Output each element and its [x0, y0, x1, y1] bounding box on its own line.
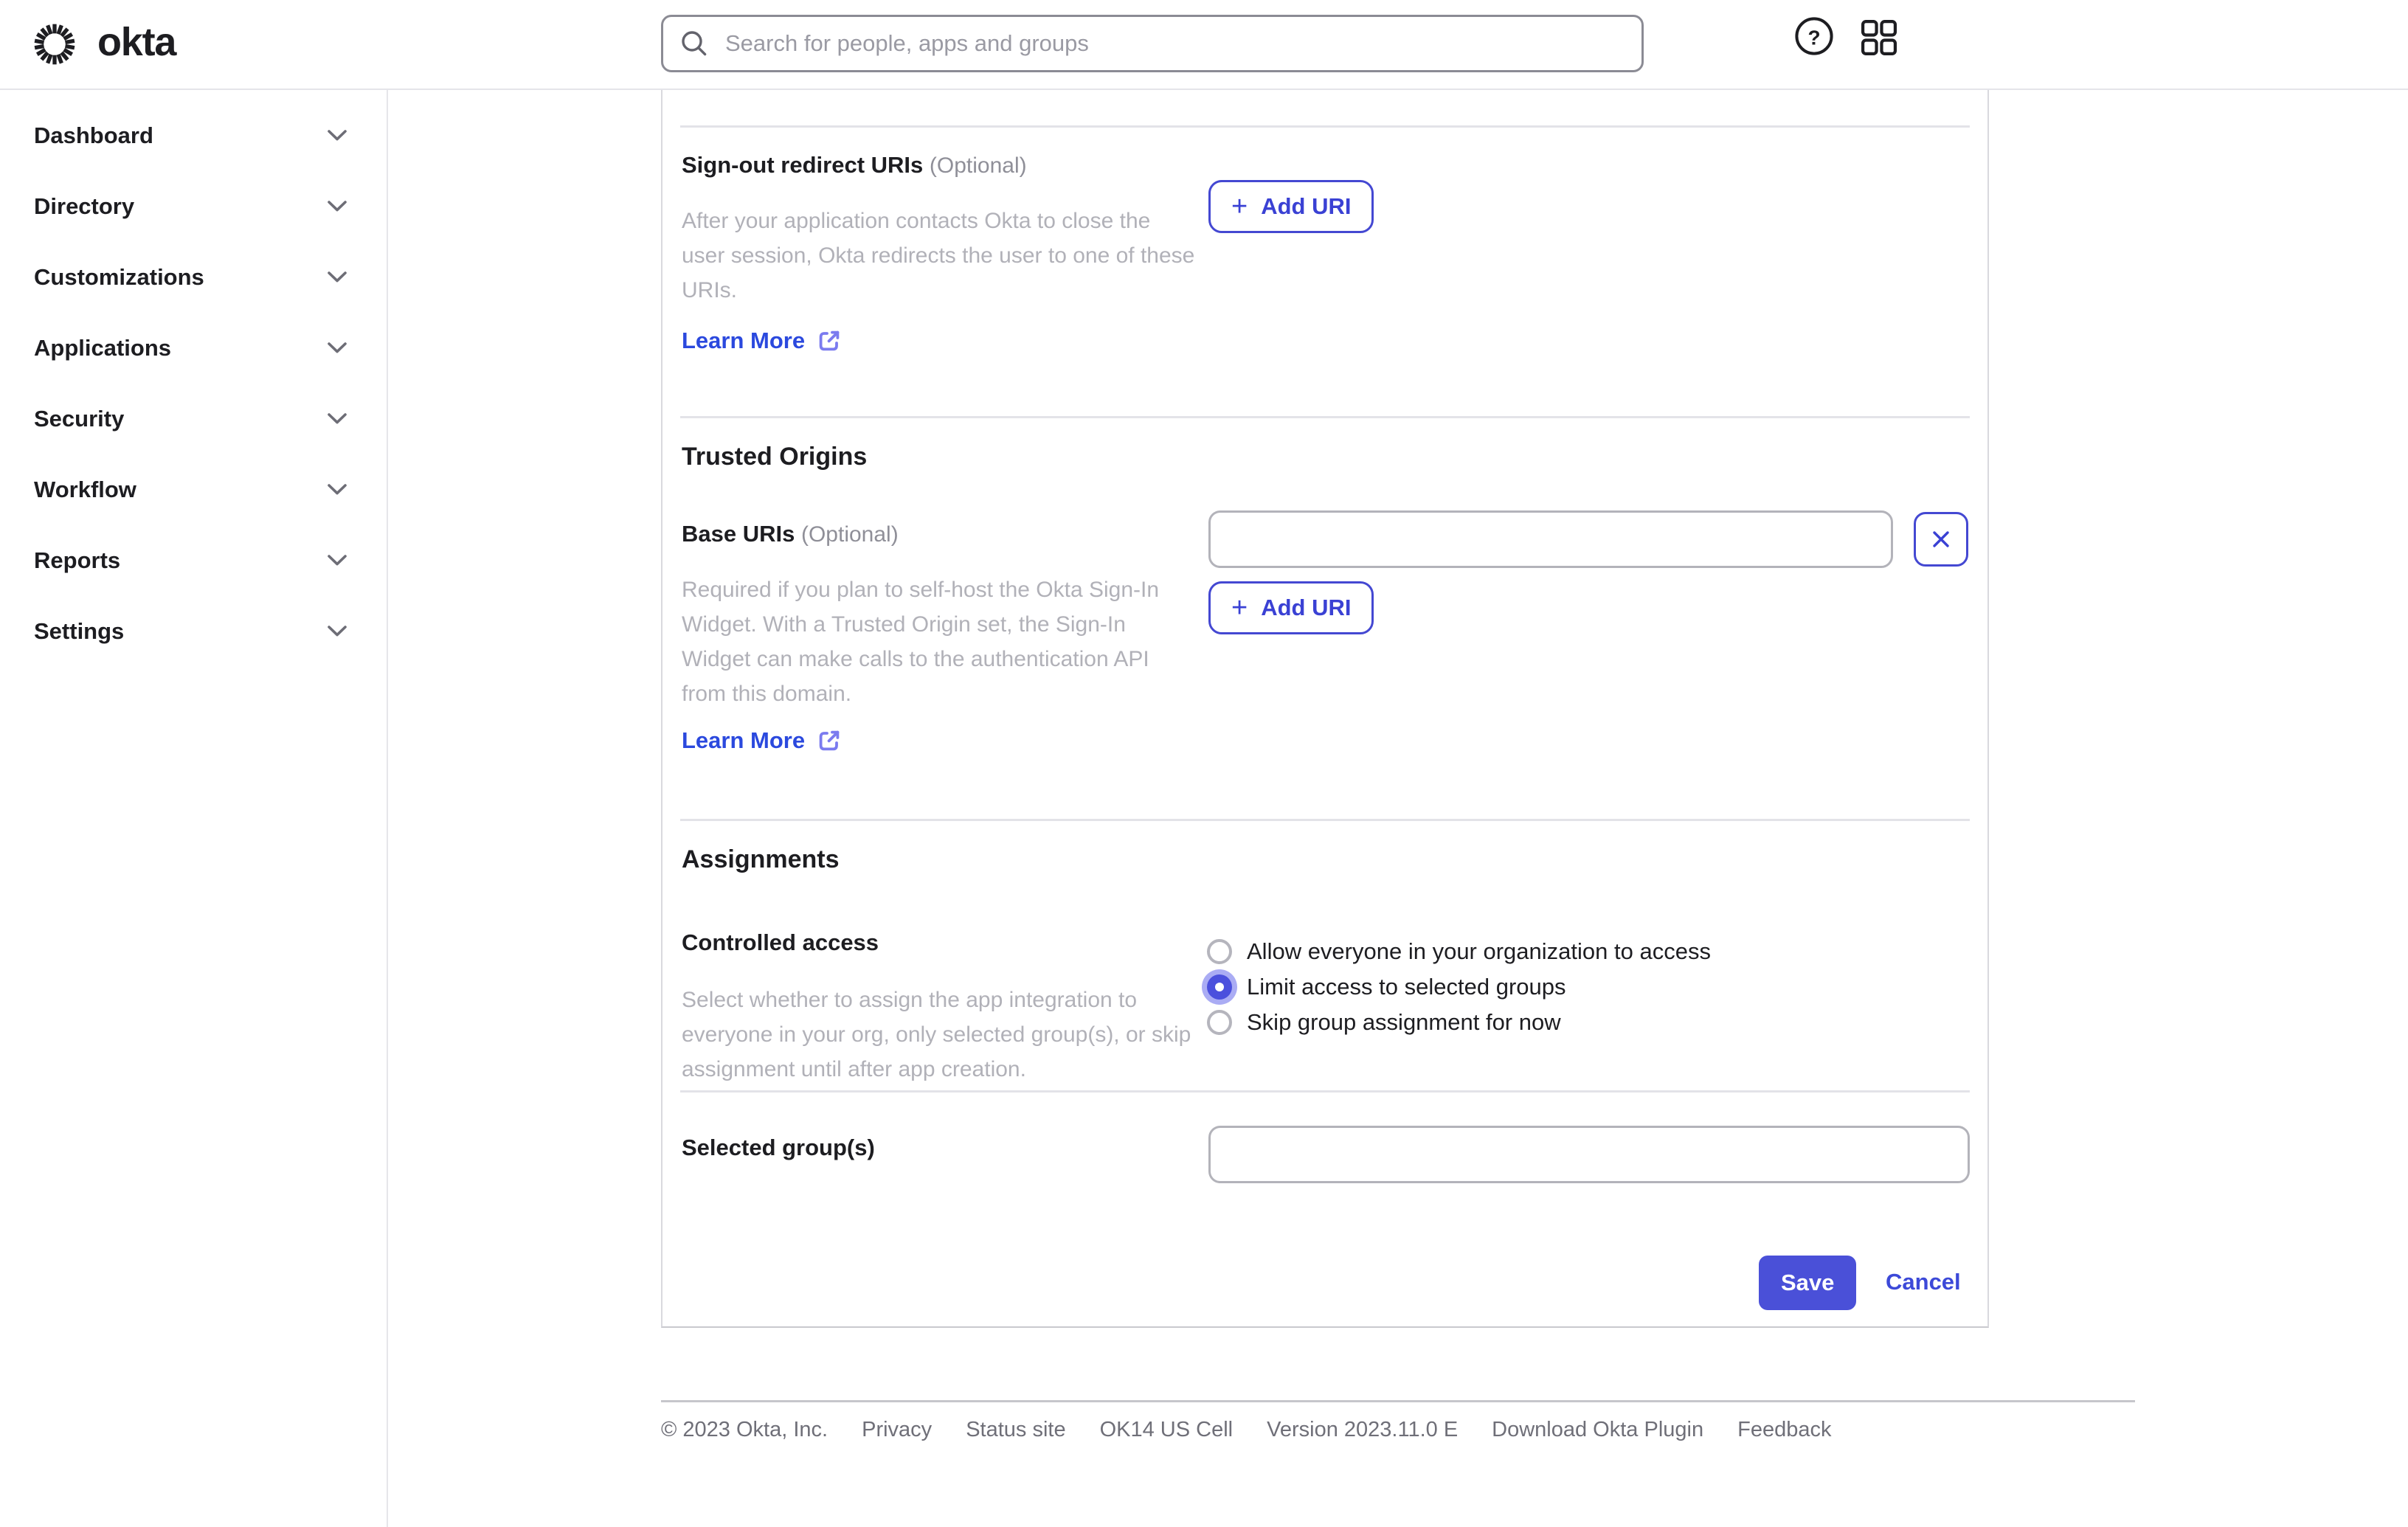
- controlled-access-radio-group: Allow everyone in your organization to a…: [1207, 934, 1711, 1040]
- footer-copyright: © 2023 Okta, Inc.: [661, 1418, 828, 1441]
- controlled-access-description: Select whether to assign the app integra…: [682, 988, 1191, 1081]
- close-icon: [1931, 530, 1951, 549]
- selected-groups-input[interactable]: [1208, 1126, 1970, 1183]
- sidebar-item-settings[interactable]: Settings: [0, 596, 387, 667]
- grid-icon: [1861, 19, 1897, 56]
- footer-link-status-site[interactable]: Status site: [966, 1418, 1065, 1442]
- radio-option-skip-assignment[interactable]: Skip group assignment for now: [1207, 1005, 1711, 1040]
- chevron-down-icon: [328, 413, 347, 425]
- sidebar-nav: Dashboard Directory Customizations Appli…: [0, 90, 388, 1527]
- base-uri-input[interactable]: [1208, 510, 1893, 568]
- okta-sunburst-icon: [31, 21, 78, 68]
- trusted-origins-learn-more-link[interactable]: Learn More: [682, 727, 842, 754]
- sidebar-item-security[interactable]: Security: [0, 384, 387, 454]
- save-button[interactable]: Save: [1759, 1256, 1857, 1310]
- sidebar-item-directory[interactable]: Directory: [0, 171, 387, 242]
- external-link-icon: [817, 728, 842, 753]
- top-header: okta ?: [0, 0, 2408, 90]
- footer-divider: [661, 1400, 2135, 1402]
- base-uris-label: Base URIs (Optional): [682, 521, 899, 547]
- sidebar-item-reports[interactable]: Reports: [0, 525, 387, 596]
- radio-button-icon: [1207, 939, 1232, 964]
- radio-button-icon: [1207, 974, 1232, 1000]
- add-base-uri-button[interactable]: + Add URI: [1208, 581, 1374, 634]
- radio-option-allow-everyone[interactable]: Allow everyone in your organization to a…: [1207, 934, 1711, 969]
- base-uris-description: Required if you plan to self-host the Ok…: [682, 578, 1160, 706]
- global-search: [661, 15, 1644, 72]
- sidebar-item-dashboard[interactable]: Dashboard: [0, 100, 387, 171]
- section-divider: [680, 125, 1970, 128]
- footer-link-download-okta-plugin[interactable]: Download Okta Plugin: [1492, 1418, 1703, 1442]
- search-input[interactable]: [722, 29, 1624, 58]
- cancel-button[interactable]: Cancel: [1886, 1269, 1961, 1295]
- footer-link-privacy[interactable]: Privacy: [862, 1418, 932, 1442]
- sidebar-item-applications[interactable]: Applications: [0, 313, 387, 384]
- signout-redirect-uris-label: Sign-out redirect URIs (Optional): [682, 152, 1027, 178]
- footer-link-feedback[interactable]: Feedback: [1737, 1418, 1831, 1442]
- footer: © 2023 Okta, Inc. Privacy Status site OK…: [661, 1418, 1831, 1442]
- brand-wordmark: okta: [97, 20, 176, 64]
- remove-base-uri-button[interactable]: [1914, 512, 1968, 567]
- signout-learn-more-link[interactable]: Learn More: [682, 328, 842, 354]
- section-divider: [680, 416, 1970, 418]
- chevron-down-icon: [328, 130, 347, 142]
- plus-icon: +: [1231, 592, 1248, 623]
- selected-groups-label: Selected group(s): [682, 1135, 875, 1160]
- radio-button-icon: [1207, 1010, 1232, 1035]
- okta-logo[interactable]: okta: [31, 19, 176, 69]
- signout-redirect-uris-description: After your application contacts Okta to …: [682, 209, 1195, 302]
- question-circle-icon: ?: [1794, 16, 1834, 56]
- chevron-down-icon: [328, 484, 347, 496]
- add-signout-uri-button[interactable]: + Add URI: [1208, 180, 1374, 233]
- footer-cell-label: OK14 US Cell: [1099, 1418, 1234, 1441]
- chevron-down-icon: [328, 555, 347, 567]
- apps-grid-button[interactable]: [1859, 18, 1899, 58]
- external-link-icon: [817, 328, 842, 353]
- chevron-down-icon: [328, 342, 347, 354]
- chevron-down-icon: [328, 626, 347, 637]
- trusted-origins-heading: Trusted Origins: [682, 443, 868, 471]
- assignments-heading: Assignments: [682, 845, 840, 873]
- app-settings-form-panel: Sign-out redirect URIs (Optional) After …: [661, 89, 1989, 1328]
- section-divider: [680, 819, 1970, 821]
- radio-option-limit-access[interactable]: Limit access to selected groups: [1207, 969, 1711, 1005]
- search-icon: [681, 30, 707, 57]
- chevron-down-icon: [328, 201, 347, 212]
- help-button[interactable]: ?: [1794, 16, 1834, 56]
- sidebar-item-customizations[interactable]: Customizations: [0, 242, 387, 313]
- chevron-down-icon: [328, 271, 347, 283]
- plus-icon: +: [1231, 191, 1248, 222]
- sidebar-item-workflow[interactable]: Workflow: [0, 454, 387, 525]
- svg-text:?: ?: [1807, 27, 1820, 49]
- controlled-access-label: Controlled access: [682, 929, 879, 955]
- section-divider: [680, 1090, 1970, 1093]
- footer-version-label: Version 2023.11.0 E: [1267, 1418, 1459, 1441]
